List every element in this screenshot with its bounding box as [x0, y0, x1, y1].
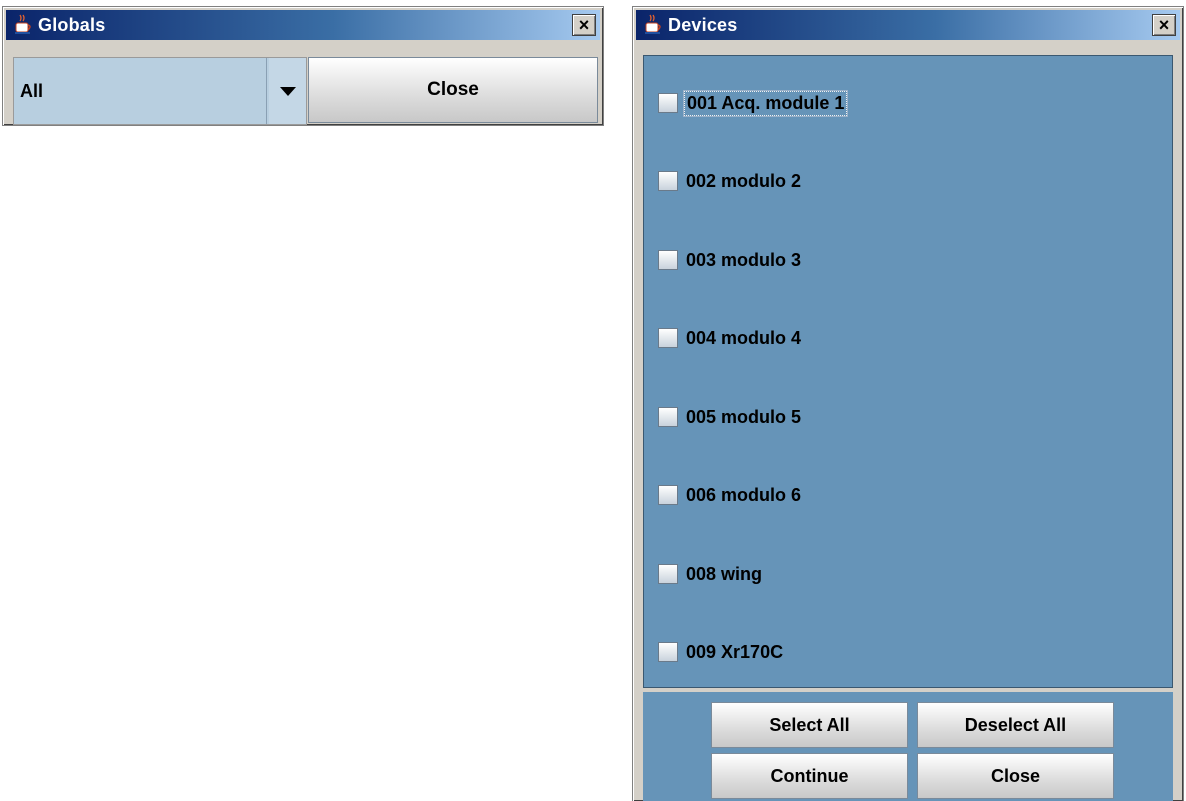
- device-label[interactable]: 004 modulo 4: [684, 327, 803, 350]
- device-label[interactable]: 001 Acq. module 1: [682, 89, 849, 117]
- device-label[interactable]: 008 wing: [684, 563, 764, 586]
- device-checkbox[interactable]: [658, 250, 678, 270]
- device-checkbox[interactable]: [658, 328, 678, 348]
- globals-window: Globals × All Close: [2, 6, 604, 126]
- java-cup-icon: [15, 14, 31, 34]
- globals-close-button[interactable]: Close: [308, 57, 598, 123]
- device-list: 001 Acq. module 1 002 modulo 2 003 modul…: [643, 55, 1173, 688]
- device-item[interactable]: 003 modulo 3: [658, 245, 803, 275]
- device-label[interactable]: 003 modulo 3: [684, 249, 803, 272]
- select-all-button[interactable]: Select All: [711, 702, 908, 748]
- device-item[interactable]: 005 modulo 5: [658, 402, 803, 432]
- devices-title: Devices: [668, 14, 738, 35]
- device-filter-combo[interactable]: All: [13, 57, 307, 125]
- device-label[interactable]: 002 modulo 2: [684, 170, 803, 193]
- device-checkbox[interactable]: [658, 564, 678, 584]
- device-item[interactable]: 002 modulo 2: [658, 166, 803, 196]
- device-label[interactable]: 009 Xr170C: [684, 641, 785, 664]
- devices-close-icon[interactable]: ×: [1152, 14, 1176, 36]
- device-item[interactable]: 001 Acq. module 1: [658, 88, 849, 118]
- device-checkbox[interactable]: [658, 171, 678, 191]
- globals-close-icon[interactable]: ×: [572, 14, 596, 36]
- device-checkbox[interactable]: [658, 407, 678, 427]
- device-label[interactable]: 005 modulo 5: [684, 406, 803, 429]
- device-item[interactable]: 009 Xr170C: [658, 637, 785, 667]
- device-checkbox[interactable]: [658, 642, 678, 662]
- globals-titlebar[interactable]: Globals ×: [6, 10, 600, 40]
- device-item[interactable]: 004 modulo 4: [658, 323, 803, 353]
- device-label[interactable]: 006 modulo 6: [684, 484, 803, 507]
- device-item[interactable]: 008 wing: [658, 559, 764, 589]
- globals-title: Globals: [38, 14, 106, 35]
- device-checkbox[interactable]: [658, 93, 678, 113]
- devices-titlebar[interactable]: Devices ×: [636, 10, 1180, 40]
- dropdown-arrow-icon[interactable]: [269, 58, 306, 124]
- deselect-all-button[interactable]: Deselect All: [917, 702, 1114, 748]
- device-item[interactable]: 006 modulo 6: [658, 480, 803, 510]
- device-checkbox[interactable]: [658, 485, 678, 505]
- continue-button[interactable]: Continue: [711, 753, 908, 799]
- combo-selected-value: All: [14, 58, 267, 124]
- button-panel: Select All Deselect All Continue Close: [643, 692, 1173, 801]
- java-cup-icon: [645, 14, 661, 34]
- close-button[interactable]: Close: [917, 753, 1114, 799]
- devices-window: Devices × 001 Acq. module 1 002 modulo 2…: [632, 6, 1184, 801]
